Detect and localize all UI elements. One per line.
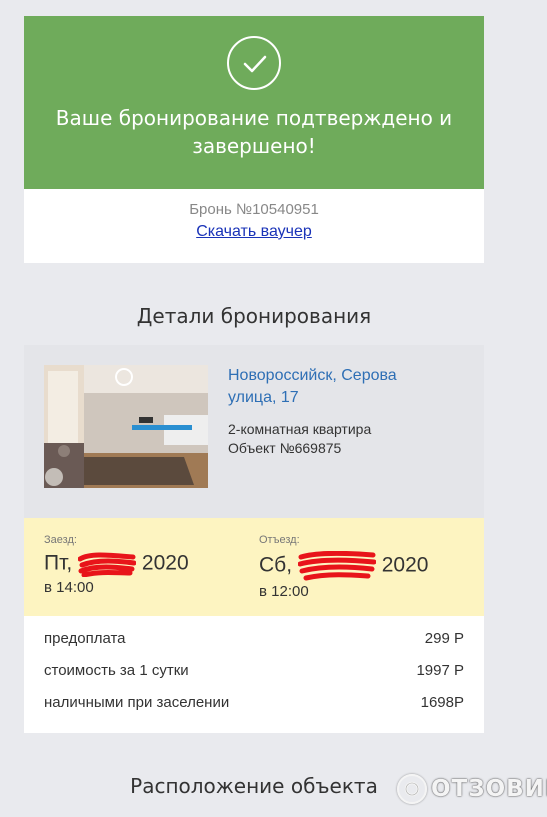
confirmation-title-line2: завершено! <box>192 134 316 158</box>
checkout-date: Сб, 2020 <box>259 551 428 581</box>
otzovik-logo-icon <box>397 774 427 804</box>
apartment-photo[interactable] <box>44 365 208 488</box>
object-id: Объект №669875 <box>228 440 342 456</box>
checkin-date: Пт, 2020 <box>44 551 189 577</box>
watermark-text: ОТЗОВИК <box>431 776 547 802</box>
confirmation-title: Ваше бронирование подтверждено и заверше… <box>24 104 484 160</box>
object-type: 2-комнатная квартира <box>228 421 372 437</box>
booking-card: Бронь №10540951 Скачать ваучер <box>24 189 484 263</box>
price-label: стоимость за 1 сутки <box>44 662 189 679</box>
checkout-block: Отъезд: Сб, 2020 в 12:00 <box>259 534 428 600</box>
confirmation-banner: Ваше бронирование подтверждено и заверше… <box>24 16 484 189</box>
checkin-year: 2020 <box>141 551 189 575</box>
checkmark-icon <box>227 36 281 90</box>
object-address-link[interactable]: Новороссийск, Серова улица, 17 <box>228 365 448 409</box>
price-value: 299 Р <box>424 630 464 647</box>
object-card: Новороссийск, Серова улица, 17 2-комнатн… <box>24 345 484 518</box>
price-label: наличными при заселении <box>44 694 230 711</box>
checkin-day: Пт, <box>44 551 73 575</box>
redaction-scribble-icon <box>78 552 137 577</box>
price-value: 1997 Р <box>416 662 464 679</box>
address-line2: улица, 17 <box>228 389 299 406</box>
booking-details-title: Детали бронирования <box>136 304 372 328</box>
download-voucher-link[interactable]: Скачать ваучер <box>196 223 312 240</box>
checkout-time: в 12:00 <box>259 583 309 600</box>
checkin-label: Заезд: <box>44 534 77 546</box>
checkin-block: Заезд: Пт, 2020 в 14:00 <box>44 534 189 596</box>
booking-number: Бронь №10540951 <box>189 201 319 218</box>
checkin-time: в 14:00 <box>44 579 94 596</box>
checkout-day: Сб, <box>259 553 293 577</box>
price-value: 1698Р <box>420 694 464 711</box>
price-label: предоплата <box>44 630 126 647</box>
otzovik-watermark: ОТЗОВИК <box>397 772 547 806</box>
address-line1: Новороссийск, Серова <box>228 367 397 384</box>
checkout-year: 2020 <box>381 553 429 577</box>
redaction-scribble-icon <box>297 551 376 581</box>
confirmation-title-line1: Ваше бронирование подтверждено и <box>55 106 453 130</box>
checkout-label: Отъезд: <box>259 534 300 546</box>
price-card: предоплата 299 Р стоимость за 1 сутки 19… <box>24 616 484 733</box>
dates-card: Заезд: Пт, 2020 в 14:00 Отъезд: Сб, 2020… <box>24 518 484 616</box>
